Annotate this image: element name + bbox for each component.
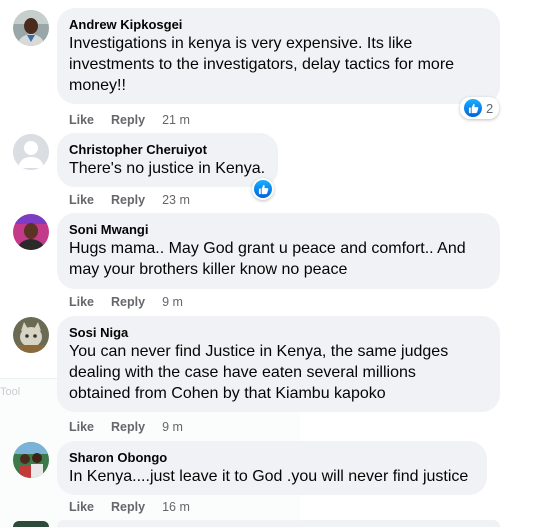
- comment-text-line: Investigations in kenya is very expensiv…: [69, 35, 413, 52]
- comment-bubble: Soni Mwangi Hugs mama.. May God grant u …: [57, 213, 500, 289]
- reaction-badge[interactable]: 2: [460, 97, 500, 119]
- comment-text-line: investments to the investigators, delay …: [69, 56, 455, 73]
- comment-timestamp[interactable]: 9 m: [162, 295, 183, 309]
- reaction-badge[interactable]: [252, 178, 274, 200]
- comment-text-line: obtained from Cohen by that Kiambu kapok…: [69, 385, 386, 402]
- comment-timestamp[interactable]: 21 m: [162, 113, 190, 127]
- thumbs-up-icon: [464, 99, 482, 117]
- thumbs-up-icon: [254, 180, 272, 198]
- like-button[interactable]: Like: [69, 295, 94, 309]
- comment-author[interactable]: Christopher Cheruiyot: [69, 141, 266, 158]
- avatar[interactable]: [13, 442, 49, 478]
- comment-author[interactable]: Andrew Kipkosgei: [69, 16, 488, 33]
- comment-bubble: Christopher Cheruiyot There's no justice…: [57, 133, 278, 187]
- reply-button[interactable]: Reply: [111, 420, 145, 434]
- comment-actions: Like Reply 9 m: [69, 294, 183, 310]
- comment-actions: Like Reply 9 m: [69, 419, 183, 435]
- comment-text-line: Hugs mama.. May God grant u peace and co…: [69, 240, 466, 257]
- avatar[interactable]: [13, 317, 49, 353]
- like-button[interactable]: Like: [69, 500, 94, 514]
- reaction-count: 2: [486, 100, 494, 116]
- comment-timestamp[interactable]: 9 m: [162, 420, 183, 434]
- like-button[interactable]: Like: [69, 420, 94, 434]
- like-button[interactable]: Like: [69, 193, 94, 207]
- avatar[interactable]: [13, 10, 49, 46]
- avatar[interactable]: [13, 521, 49, 527]
- comment-author[interactable]: Sharon Obongo: [69, 449, 475, 466]
- comment-timestamp[interactable]: 16 m: [162, 500, 190, 514]
- avatar[interactable]: [13, 214, 49, 250]
- background-text: Tool: [0, 386, 21, 398]
- comment-actions: Like Reply 21 m: [69, 112, 190, 128]
- comment-author[interactable]: Sosi Niga: [69, 324, 488, 341]
- comment-bubble: Sharon Obongo In Kenya....just leave it …: [57, 441, 487, 495]
- comment-actions: Like Reply 16 m: [69, 499, 190, 515]
- comment-timestamp[interactable]: 23 m: [162, 193, 190, 207]
- comment-text-line: You can never find Justice in Kenya, the…: [69, 343, 449, 360]
- comment-text-line: In Kenya....just leave it to God .you wi…: [69, 468, 469, 485]
- comment-bubble: Andrew Kipkosgei Investigations in kenya…: [57, 8, 500, 104]
- comment-bubble: Sosi Niga You can never find Justice in …: [57, 316, 500, 412]
- comment-text-line: may your brothers killer know no peace: [69, 261, 348, 278]
- comment-actions: Like Reply 23 m: [69, 192, 190, 208]
- comment-text-line: money!!: [69, 77, 126, 94]
- like-button[interactable]: Like: [69, 113, 94, 127]
- reply-button[interactable]: Reply: [111, 500, 145, 514]
- reply-button[interactable]: Reply: [111, 193, 145, 207]
- avatar[interactable]: [13, 134, 49, 170]
- comment-text-line: There's no justice in Kenya.: [69, 160, 266, 177]
- comment-author[interactable]: Soni Mwangi: [69, 221, 488, 238]
- reply-button[interactable]: Reply: [111, 295, 145, 309]
- reply-button[interactable]: Reply: [111, 113, 145, 127]
- comment-text-line: dealing with the case have eaten several…: [69, 364, 416, 381]
- comment-bubble: [57, 520, 500, 527]
